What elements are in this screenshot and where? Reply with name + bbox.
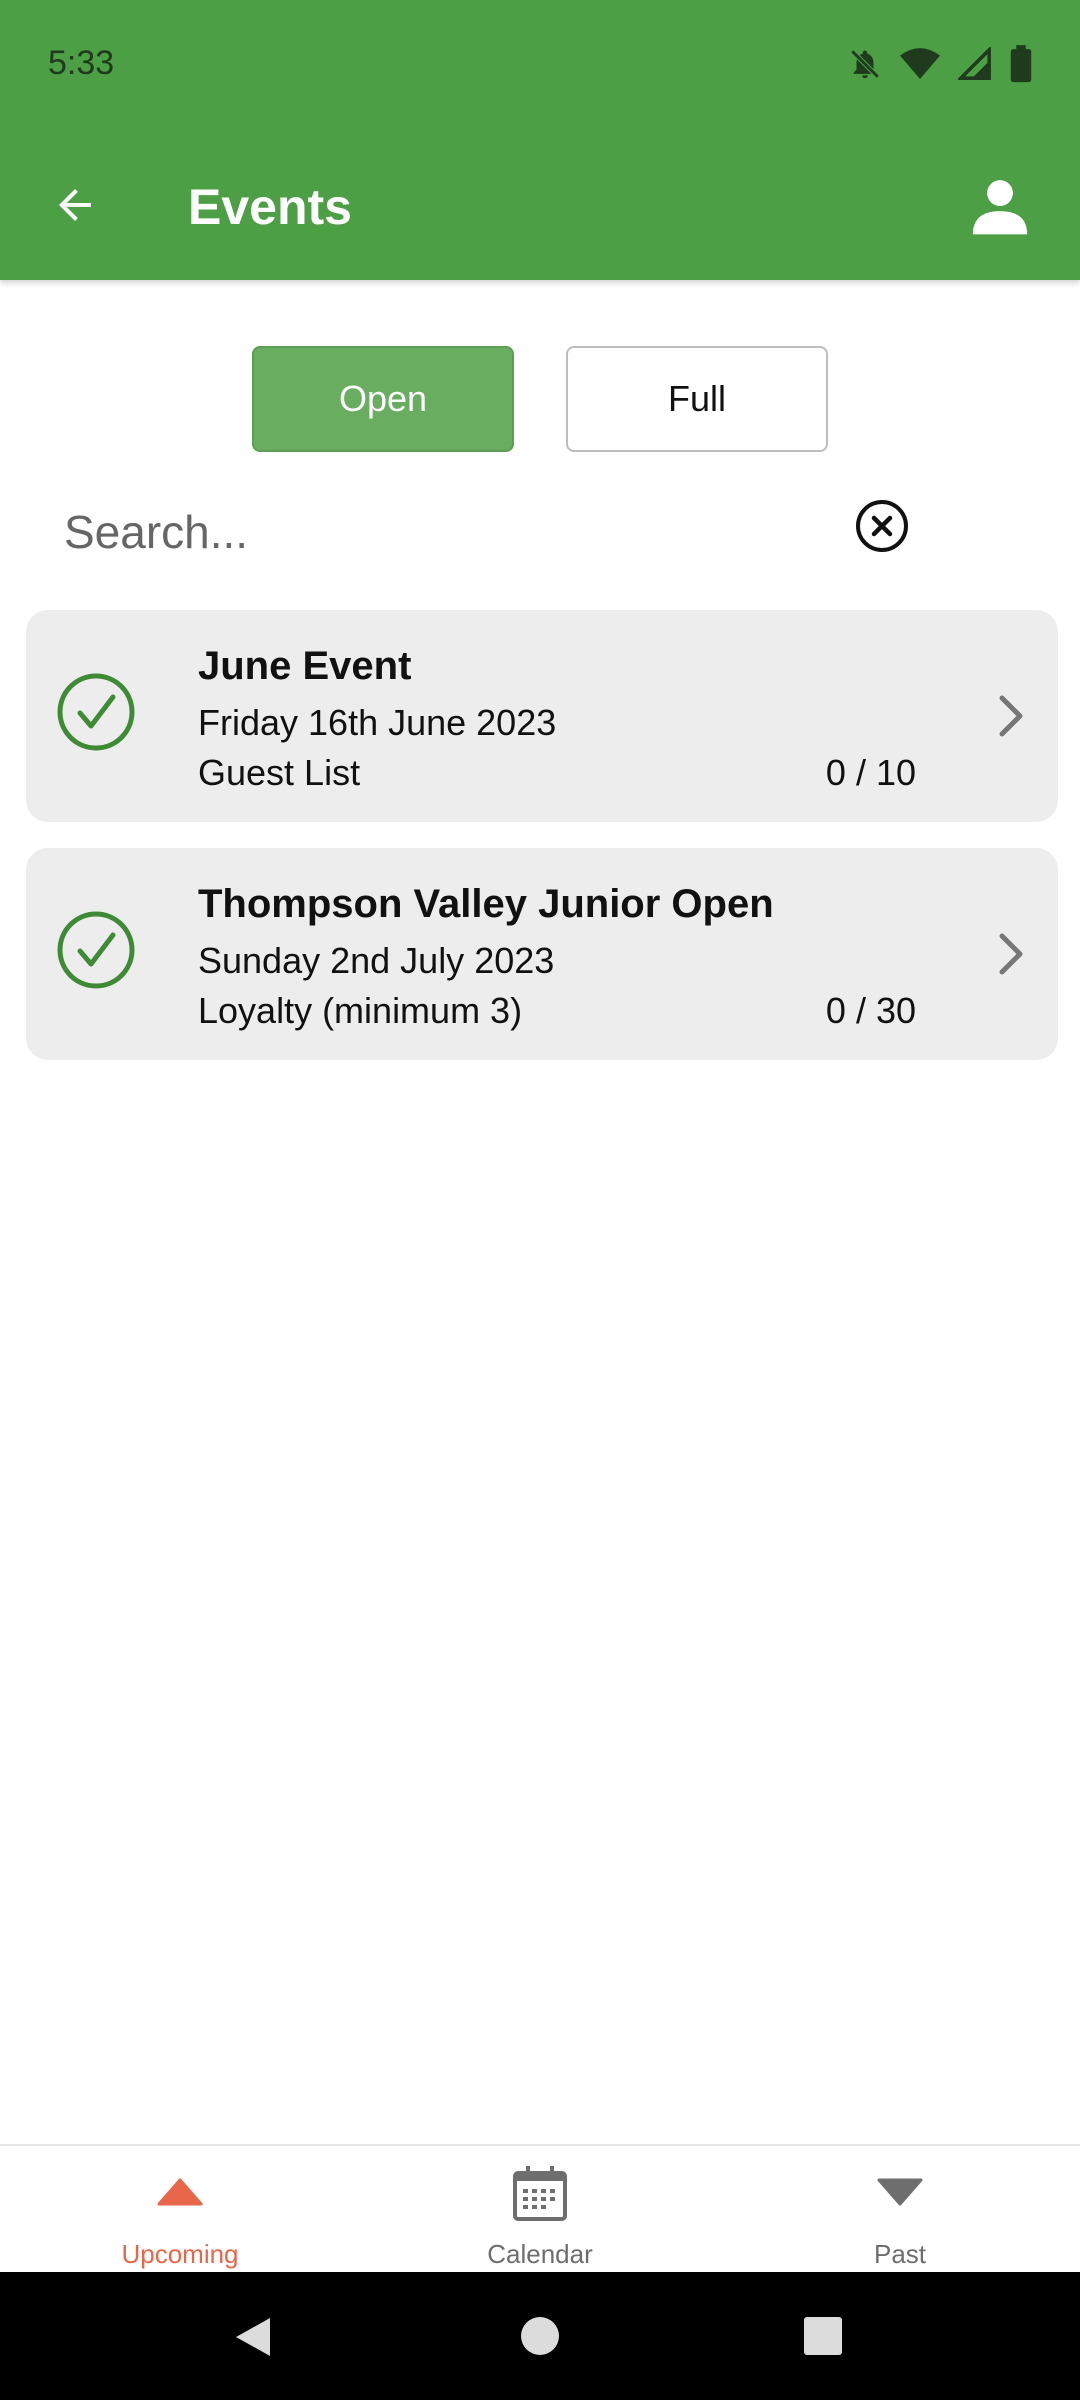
- back-button[interactable]: [40, 170, 110, 240]
- check-circle-icon: [57, 673, 135, 751]
- event-count: 0 / 10: [825, 752, 916, 793]
- bottom-navigation: Upcoming Calendar Past: [0, 2144, 1080, 2274]
- search-input[interactable]: [64, 496, 824, 568]
- calendar-icon: [513, 2166, 567, 2221]
- open-filter-button[interactable]: Open: [252, 346, 514, 452]
- event-list-type: Guest List: [198, 752, 361, 793]
- chevron-right-icon: [999, 933, 1023, 975]
- nav-calendar[interactable]: Calendar: [360, 2146, 720, 2274]
- event-name: June Event: [198, 644, 412, 688]
- event-list-type: Loyalty (minimum 3): [198, 990, 523, 1031]
- status-icons: [848, 44, 1032, 84]
- triangle-up-icon: [157, 2178, 203, 2206]
- arrow-left-icon: [59, 189, 91, 221]
- nav-upcoming-label: Upcoming: [121, 2239, 239, 2269]
- check-circle-icon: [57, 911, 135, 989]
- event-date: Sunday 2nd July 2023: [198, 940, 555, 981]
- event-name: Thompson Valley Junior Open: [198, 882, 774, 926]
- triangle-down-icon: [877, 2178, 923, 2206]
- chevron-right-icon: [999, 695, 1023, 737]
- recents-square-icon[interactable]: [803, 2316, 843, 2356]
- clear-search-button[interactable]: [854, 498, 910, 554]
- battery-icon: [1010, 45, 1032, 83]
- person-icon: [972, 180, 1028, 235]
- system-navigation-bar: [0, 2272, 1080, 2400]
- home-circle-icon[interactable]: [520, 2316, 560, 2356]
- nav-past-label: Past: [873, 2239, 927, 2269]
- page-title: Events: [188, 179, 352, 235]
- back-triangle-icon[interactable]: [232, 2314, 274, 2360]
- event-card[interactable]: Thompson Valley Junior Open Sunday 2nd J…: [26, 848, 1058, 1060]
- profile-button[interactable]: [960, 166, 1040, 246]
- signal-icon: [958, 47, 991, 80]
- event-date: Friday 16th June 2023: [198, 702, 557, 743]
- app-header: 5:33 Events: [0, 0, 1080, 280]
- full-filter-button[interactable]: Full: [566, 346, 828, 452]
- nav-past[interactable]: Past: [720, 2146, 1080, 2274]
- bell-off-icon: [850, 49, 880, 79]
- close-circle-icon: [856, 500, 908, 552]
- wifi-icon: [900, 48, 940, 79]
- nav-upcoming[interactable]: Upcoming: [0, 2146, 360, 2274]
- status-time: 5:33: [48, 44, 115, 82]
- nav-calendar-label: Calendar: [487, 2239, 593, 2269]
- event-card[interactable]: June Event Friday 16th June 2023 Guest L…: [26, 610, 1058, 822]
- event-count: 0 / 30: [825, 990, 916, 1031]
